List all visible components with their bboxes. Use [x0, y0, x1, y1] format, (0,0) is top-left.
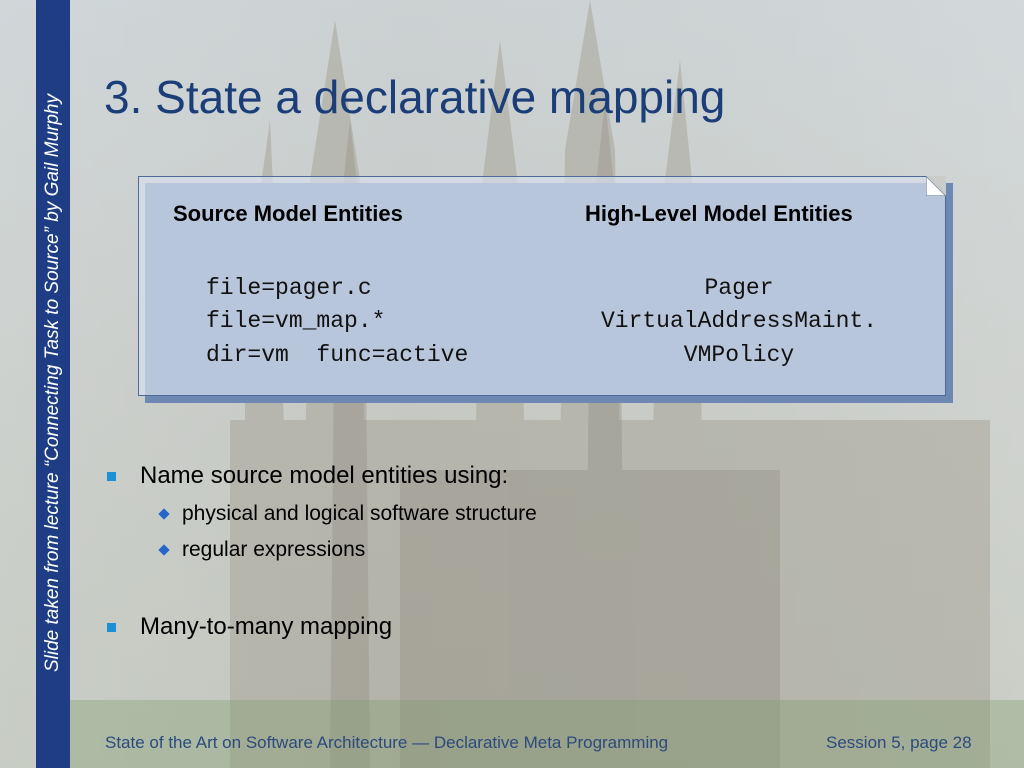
high-level-entity: VMPolicy [683, 342, 795, 368]
square-bullet-icon [107, 622, 116, 632]
high-level-entity: VirtualAddressMaint. [600, 308, 878, 334]
high-level-entity: Pager [704, 275, 774, 301]
sub-bullet-item: physical and logical software structure [158, 502, 537, 526]
bullet-item: Many-to-many mapping [107, 613, 392, 641]
sub-bullet-text: regular expressions [182, 538, 366, 561]
lecture-credit: Slide taken from lecture “Connecting Tas… [42, 94, 63, 673]
source-column-header: Source Model Entities [173, 201, 403, 226]
square-bullet-icon [107, 471, 116, 481]
bullet-text: Many-to-many mapping [140, 613, 393, 640]
mapping-box: Source Model Entities High-Level Model E… [138, 176, 946, 396]
footer-course-title: State of the Art on Software Architectur… [105, 733, 669, 752]
bullet-text: Name source model entities using: [140, 462, 509, 489]
footer-page-number: Session 5, page 28 [826, 733, 972, 752]
diamond-bullet-icon [158, 508, 170, 520]
source-entity: dir=vm func=active [206, 342, 469, 368]
slide-title: 3. State a declarative mapping [104, 71, 726, 123]
bullet-item: Name source model entities using: [107, 462, 508, 490]
sub-bullet-item: regular expressions [158, 538, 366, 562]
source-entity: file=vm_map.* [206, 308, 386, 334]
source-entity: file=pager.c [206, 275, 372, 301]
sub-bullet-text: physical and logical software structure [182, 502, 537, 525]
diamond-bullet-icon [158, 544, 170, 556]
high-level-column-header: High-Level Model Entities [585, 201, 853, 226]
folded-corner-icon [926, 176, 946, 196]
